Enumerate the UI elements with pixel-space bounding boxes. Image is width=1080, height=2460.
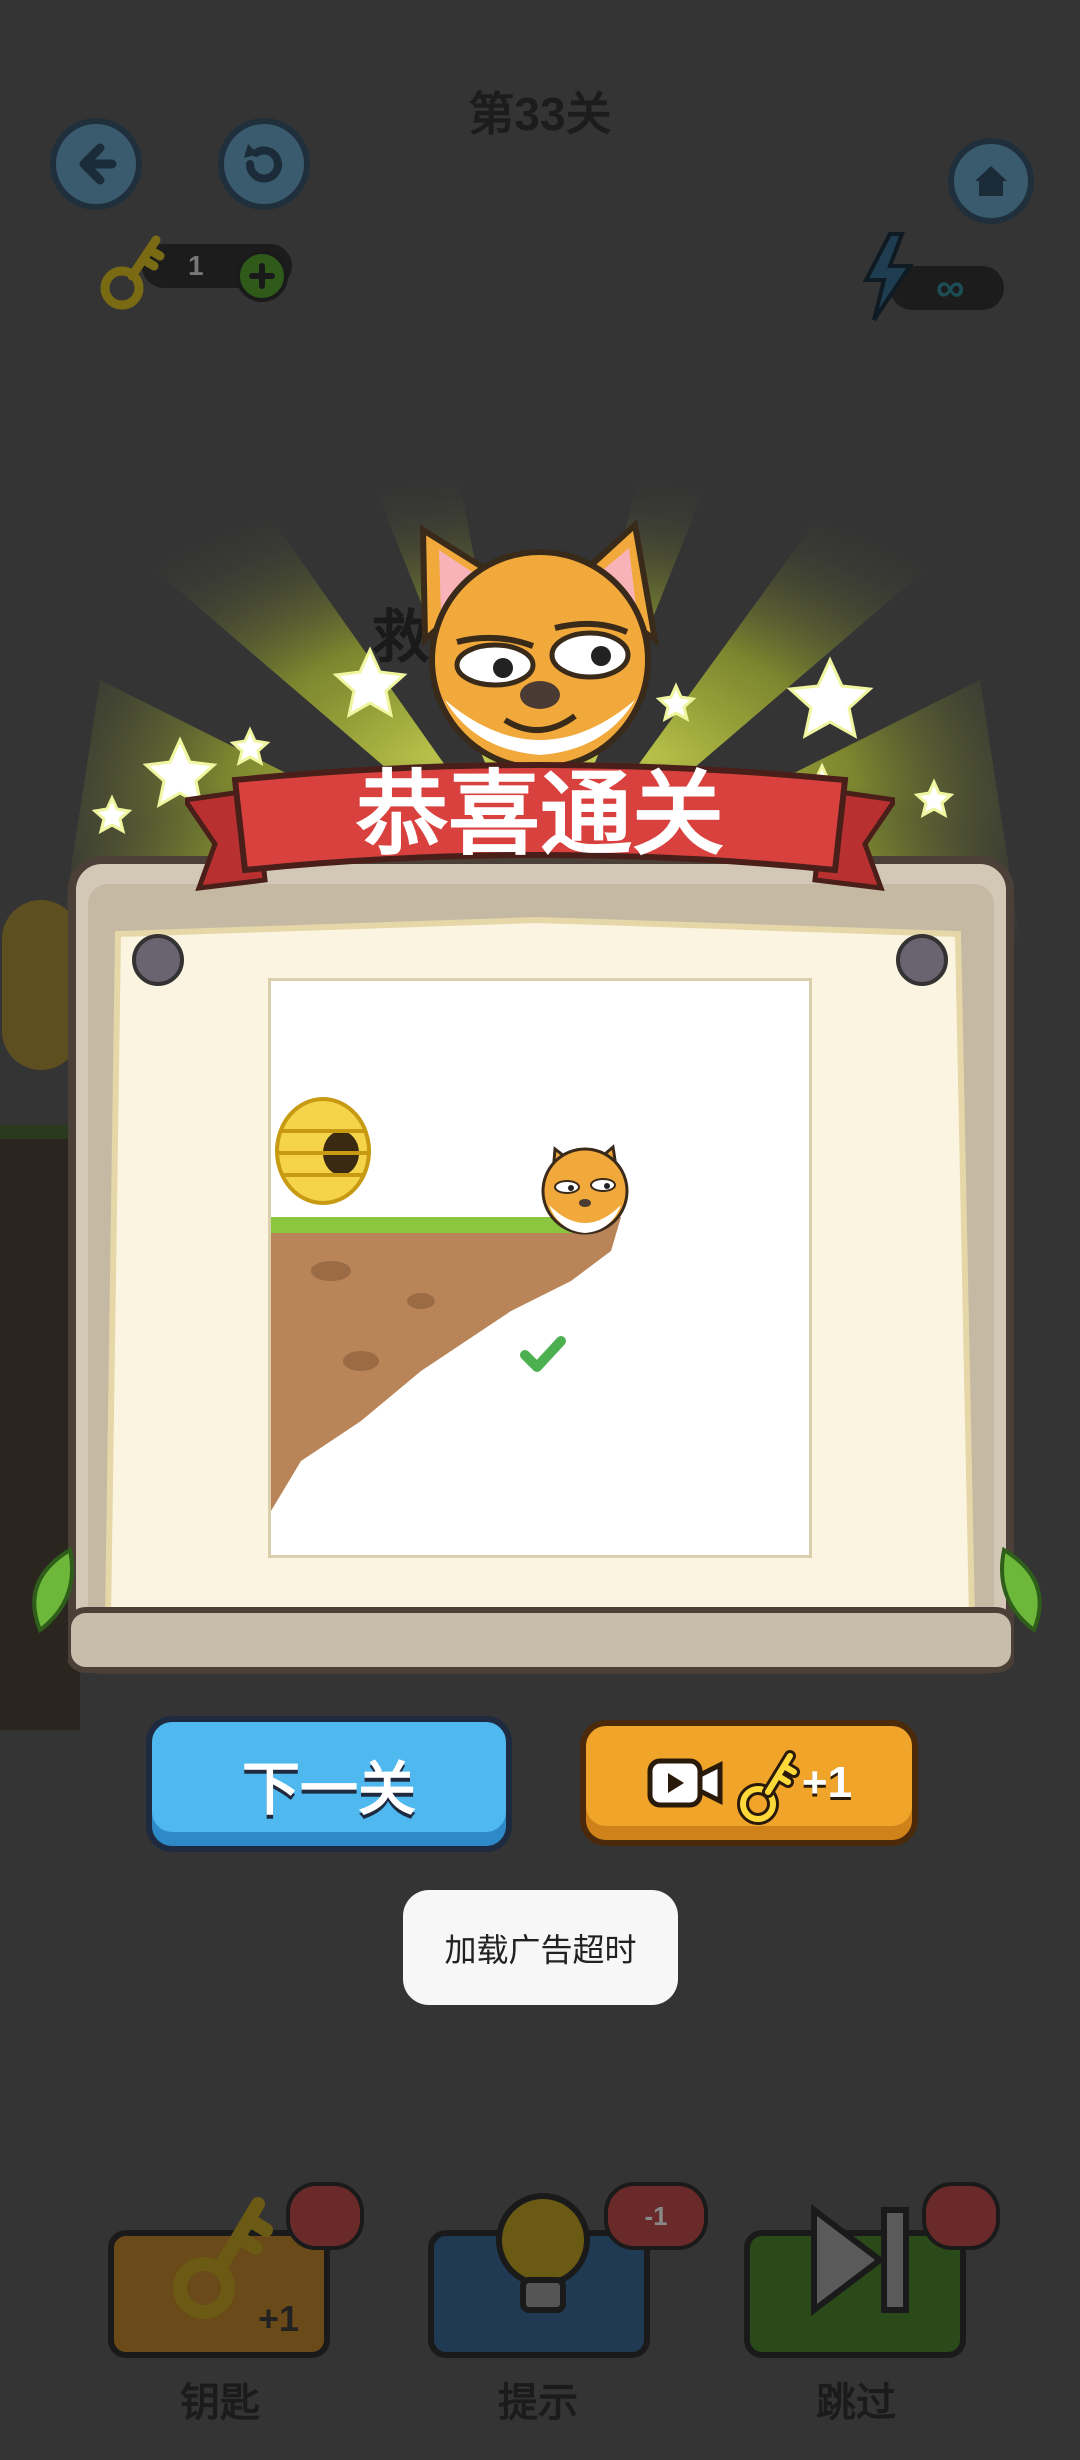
bottom-key-label: 钥匙 xyxy=(180,2381,260,2425)
leaf-right-icon xyxy=(1000,1546,1042,1634)
video-camera-icon xyxy=(647,1758,723,1808)
video-badge-icon xyxy=(922,2182,1000,2250)
leaf-left-icon xyxy=(32,1546,74,1634)
shiba-dog-icon xyxy=(541,1144,629,1235)
next-level-label: 下一关 xyxy=(241,1757,416,1822)
watch-ad-reward-label: +1 xyxy=(801,1758,853,1807)
banner-title: 恭喜通关 xyxy=(355,764,724,866)
next-level-button[interactable]: 下一关 xyxy=(146,1716,512,1852)
bottom-hint-badge: -1 xyxy=(644,2200,668,2231)
shiba-dog-mascot xyxy=(419,520,660,770)
bottom-skip-item[interactable] xyxy=(744,2180,1000,2360)
solution-preview xyxy=(268,978,812,1558)
skip-icon xyxy=(811,2203,909,2317)
toast-message: 加载广告超时 xyxy=(403,1890,678,2005)
bottom-skip-label: 跳过 xyxy=(816,2381,896,2425)
watch-ad-key-button[interactable]: +1 xyxy=(580,1720,918,1846)
bottom-key-badge: +1 xyxy=(258,2298,300,2339)
bottom-hint-item[interactable]: -1 xyxy=(428,2180,708,2360)
check-icon xyxy=(520,1336,566,1372)
lightbulb-icon xyxy=(496,2193,590,2313)
preview-scene xyxy=(271,1097,629,1511)
bottom-hint-label: 提示 xyxy=(498,2381,578,2425)
bottom-key-item[interactable]: +1 xyxy=(108,2180,364,2360)
video-badge-icon xyxy=(286,2182,364,2250)
key-cost-badge: -1 xyxy=(604,2182,708,2250)
key-icon xyxy=(736,1750,800,1825)
